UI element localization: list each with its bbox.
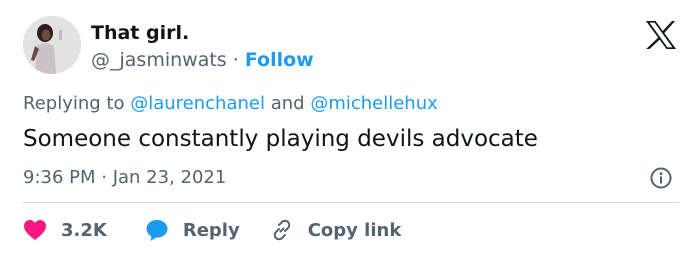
mention-link[interactable]: @laurenchanel: [130, 93, 265, 114]
avatar-photo: [23, 16, 81, 74]
divider: [23, 202, 679, 203]
link-icon: [273, 219, 290, 241]
mention-link[interactable]: @michellehux: [310, 93, 437, 114]
author-handle[interactable]: @_jasminwats: [91, 49, 227, 71]
info-icon[interactable]: [650, 167, 672, 189]
conjunction-text: and: [270, 93, 305, 114]
follow-button[interactable]: Follow: [245, 49, 314, 71]
author-handle-row: @_jasminwats · Follow: [91, 48, 314, 72]
reply-button[interactable]: Reply: [145, 218, 240, 242]
separator-dot: ·: [232, 49, 239, 71]
like-count: 3.2K: [61, 219, 107, 241]
reply-label: Reply: [182, 219, 240, 241]
like-button[interactable]: 3.2K: [23, 219, 107, 241]
speech-bubble-icon: [146, 220, 168, 241]
copy-link-button[interactable]: Copy link: [270, 218, 402, 242]
tweet-timestamp[interactable]: 9:36 PM · Jan 23, 2021: [23, 166, 226, 190]
x-logo-icon[interactable]: [645, 20, 677, 50]
avatar[interactable]: [23, 16, 81, 74]
action-bar: 3.2K Reply Copy link: [23, 216, 401, 244]
tweet-text: Someone constantly playing devils advoca…: [23, 126, 538, 152]
copy-link-label: Copy link: [307, 219, 402, 241]
reply-context: Replying to @laurenchanel and @michelleh…: [23, 92, 438, 116]
replying-to-label: Replying to: [23, 93, 125, 114]
heart-icon: [24, 220, 46, 240]
author-display-name[interactable]: That girl.: [91, 21, 189, 45]
